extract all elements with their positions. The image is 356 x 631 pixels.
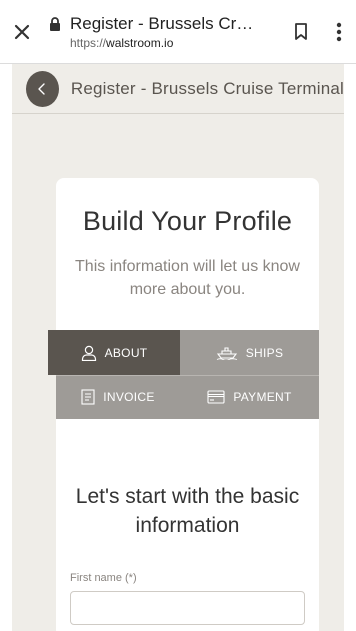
- tab-ships[interactable]: SHIPS: [180, 330, 319, 375]
- page-edge-right: [344, 64, 356, 631]
- card-title: Build Your Profile: [82, 206, 293, 236]
- user-icon: [81, 345, 96, 361]
- browser-menu-button[interactable]: [322, 0, 356, 64]
- back-button[interactable]: [26, 70, 59, 107]
- step-tabs: ABOUT SHIPS INVOICE PAYMENT: [48, 330, 319, 419]
- chevron-left-icon: [38, 82, 46, 95]
- card-subtitle: This information will let us know more a…: [75, 258, 300, 298]
- tab-invoice[interactable]: INVOICE: [56, 375, 180, 419]
- tab-about-label: ABOUT: [104, 345, 148, 360]
- page-edge-left: [0, 64, 12, 631]
- url-prefix: https://: [70, 35, 107, 50]
- tab-about[interactable]: ABOUT: [48, 330, 180, 375]
- tabs-divider: [56, 375, 319, 376]
- ship-icon: [216, 346, 237, 360]
- document-icon: [81, 389, 95, 405]
- url-domain: walstroom.io: [106, 35, 174, 50]
- first-name-label: First name (*): [70, 572, 137, 584]
- browser-tab-title: Register - Brussels Cruis...: [70, 13, 260, 33]
- bookmark-icon: [295, 22, 307, 40]
- page-title: Register - Brussels Cruise Terminal: [70, 78, 344, 98]
- lock-icon: [50, 16, 60, 31]
- tab-ships-label: SHIPS: [245, 345, 284, 360]
- form-section-title: Let's start with the basic information: [75, 485, 300, 537]
- tab-invoice-label: INVOICE: [103, 390, 155, 404]
- browser-title-block[interactable]: Register - Brussels Cruis... https://wal…: [44, 14, 280, 50]
- close-tab-button[interactable]: [0, 0, 44, 64]
- tab-payment[interactable]: PAYMENT: [180, 375, 319, 419]
- app-header: Register - Brussels Cruise Terminal: [12, 64, 344, 114]
- more-vertical-icon: [336, 22, 342, 41]
- first-name-input[interactable]: [70, 591, 305, 625]
- browser-url: https://walstroom.io: [70, 36, 280, 50]
- bookmark-button[interactable]: [280, 0, 322, 64]
- browser-toolbar: Register - Brussels Cruis... https://wal…: [0, 0, 356, 64]
- close-icon: [14, 24, 30, 39]
- credit-card-icon: [207, 390, 225, 404]
- tab-payment-label: PAYMENT: [233, 390, 292, 404]
